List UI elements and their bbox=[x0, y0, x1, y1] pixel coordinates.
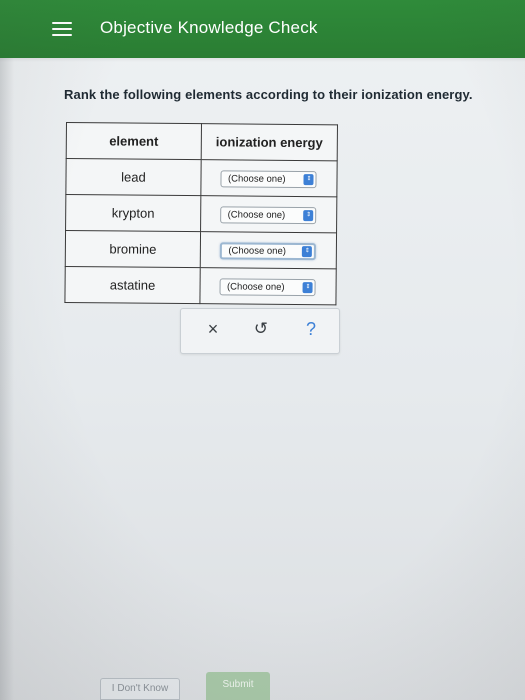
column-header-ionization-energy: ionization energy bbox=[201, 123, 338, 161]
table-row: lead (Choose one) ⇕ bbox=[65, 158, 338, 197]
element-name: astatine bbox=[64, 266, 201, 304]
selection-cell: (Choose one) ⇕ bbox=[200, 159, 338, 197]
select-arrows-icon: ⇕ bbox=[303, 209, 314, 221]
submit-button[interactable]: Submit bbox=[206, 672, 270, 700]
ranking-table: element ionization energy lead (Choose o… bbox=[64, 122, 338, 305]
header-bar: Objective Knowledge Check bbox=[0, 0, 525, 58]
choose-one-select[interactable]: (Choose one) ⇕ bbox=[220, 241, 317, 260]
page-title: Objective Knowledge Check bbox=[100, 18, 318, 37]
help-icon[interactable]: ? bbox=[299, 319, 323, 339]
header-shadow bbox=[0, 58, 525, 62]
choose-one-select[interactable]: (Choose one) ⇕ bbox=[220, 205, 317, 224]
undo-icon[interactable]: ↺ bbox=[249, 319, 273, 339]
select-value: (Choose one) bbox=[228, 244, 286, 257]
clear-icon[interactable]: × bbox=[201, 319, 225, 339]
table-row: astatine (Choose one) ⇕ bbox=[64, 266, 337, 305]
selection-cell: (Choose one) ⇕ bbox=[200, 231, 337, 269]
choose-one-select[interactable]: (Choose one) ⇕ bbox=[220, 169, 318, 188]
question-text: Rank the following elements according to… bbox=[64, 87, 473, 102]
table-row: krypton (Choose one) ⇕ bbox=[65, 194, 337, 233]
choose-one-select[interactable]: (Choose one) ⇕ bbox=[219, 277, 317, 296]
element-name: lead bbox=[65, 158, 202, 196]
table-header-row: element ionization energy bbox=[66, 122, 338, 161]
selection-cell: (Choose one) ⇕ bbox=[200, 195, 337, 233]
element-name: bromine bbox=[65, 230, 201, 268]
dont-know-button[interactable]: I Don't Know bbox=[100, 678, 180, 700]
select-value: (Choose one) bbox=[227, 208, 286, 221]
column-header-element: element bbox=[66, 122, 202, 160]
select-value: (Choose one) bbox=[227, 172, 286, 185]
select-arrows-icon: ⇕ bbox=[302, 245, 313, 257]
selection-cell: (Choose one) ⇕ bbox=[199, 267, 337, 305]
element-name: krypton bbox=[65, 194, 201, 232]
hamburger-menu-icon[interactable] bbox=[52, 22, 72, 38]
page: Objective Knowledge Check Rank the follo… bbox=[0, 0, 525, 700]
answer-actions-toolbar: × ↺ ? bbox=[180, 308, 340, 354]
select-arrows-icon: ⇕ bbox=[302, 281, 314, 293]
left-edge-shade bbox=[0, 58, 14, 700]
table-row: bromine (Choose one) ⇕ bbox=[65, 230, 337, 269]
select-arrows-icon: ⇕ bbox=[303, 173, 315, 185]
select-value: (Choose one) bbox=[226, 280, 285, 293]
